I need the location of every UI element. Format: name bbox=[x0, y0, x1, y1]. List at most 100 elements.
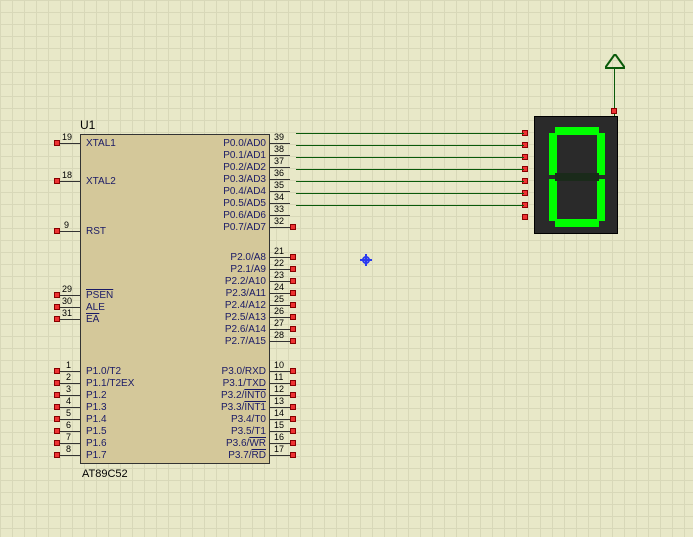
pin-num: 28 bbox=[274, 330, 284, 340]
pin-num: 25 bbox=[274, 294, 284, 304]
pin-num: 17 bbox=[274, 444, 284, 454]
pin-label-p15: P1.5 bbox=[86, 426, 107, 437]
pin-num: 22 bbox=[274, 258, 284, 268]
pin-num: 23 bbox=[274, 270, 284, 280]
pin-num-31: 31 bbox=[62, 308, 72, 318]
pin-pad[interactable] bbox=[290, 392, 296, 398]
pin-num: 12 bbox=[274, 384, 284, 394]
wire bbox=[296, 133, 524, 134]
pin-lead bbox=[60, 319, 80, 320]
pin-num: 33 bbox=[274, 204, 284, 214]
pin-label: P2.6/A14 bbox=[225, 324, 266, 335]
pin-num-3: 3 bbox=[66, 384, 71, 394]
pin-label: P0.6/AD6 bbox=[223, 210, 266, 221]
pin-pad[interactable] bbox=[290, 404, 296, 410]
pin-pad[interactable] bbox=[290, 326, 296, 332]
pin-num-1: 1 bbox=[66, 360, 71, 370]
pin-pad[interactable] bbox=[290, 278, 296, 284]
pin-label: P2.7/A15 bbox=[225, 336, 266, 347]
disp-pad-top[interactable] bbox=[611, 108, 617, 114]
pin-num: 39 bbox=[274, 132, 284, 142]
pin-pad[interactable] bbox=[290, 452, 296, 458]
ic-reference: U1 bbox=[80, 118, 95, 132]
pin-label: P2.0/A8 bbox=[230, 252, 266, 263]
pin-label: P3.1/TXD bbox=[223, 378, 266, 389]
origin-marker bbox=[360, 254, 372, 266]
pin-num-2: 2 bbox=[66, 372, 71, 382]
pin-num-6: 6 bbox=[66, 420, 71, 430]
pin-pad[interactable] bbox=[290, 338, 296, 344]
pin-num: 36 bbox=[274, 168, 284, 178]
pin-pad[interactable] bbox=[54, 292, 60, 298]
pin-pad[interactable] bbox=[290, 254, 296, 260]
pin-pad[interactable] bbox=[290, 314, 296, 320]
seven-segment-display[interactable] bbox=[534, 116, 618, 234]
pin-pad[interactable] bbox=[54, 404, 60, 410]
pin-pad[interactable] bbox=[54, 228, 60, 234]
pin-pad[interactable] bbox=[54, 178, 60, 184]
pin-label-ale: ALE bbox=[86, 302, 105, 313]
pin-lead bbox=[270, 341, 290, 342]
pin-label-p12: P1.2 bbox=[86, 390, 107, 401]
pin-pad[interactable] bbox=[54, 428, 60, 434]
pin-num: 27 bbox=[274, 318, 284, 328]
pin-pad[interactable] bbox=[54, 440, 60, 446]
pin-label: P0.2/AD2 bbox=[223, 162, 266, 173]
pin-pad[interactable] bbox=[290, 302, 296, 308]
seg-f bbox=[549, 133, 557, 175]
pin-label: P3.6/WR bbox=[226, 438, 266, 449]
pin-pad[interactable] bbox=[290, 428, 296, 434]
pin-pad[interactable] bbox=[290, 440, 296, 446]
pin-label-xtal2: XTAL2 bbox=[86, 176, 116, 187]
pin-num-29: 29 bbox=[62, 284, 72, 294]
pin-pad[interactable] bbox=[54, 416, 60, 422]
pin-pad[interactable] bbox=[54, 316, 60, 322]
pin-pad[interactable] bbox=[290, 224, 296, 230]
pin-num-18: 18 bbox=[62, 170, 72, 180]
seg-g bbox=[555, 173, 599, 181]
seg-e bbox=[549, 179, 557, 221]
seg-a bbox=[555, 127, 599, 135]
pin-num-9: 9 bbox=[64, 220, 69, 230]
pin-num-5: 5 bbox=[66, 408, 71, 418]
pin-pad[interactable] bbox=[290, 266, 296, 272]
pin-pad[interactable] bbox=[54, 304, 60, 310]
pin-lead bbox=[60, 181, 80, 182]
pin-label-p16: P1.6 bbox=[86, 438, 107, 449]
pin-label-p13: P1.3 bbox=[86, 402, 107, 413]
pin-lead bbox=[60, 231, 80, 232]
pin-num: 16 bbox=[274, 432, 284, 442]
pin-num: 15 bbox=[274, 420, 284, 430]
disp-pad[interactable] bbox=[522, 214, 528, 220]
pin-label: P3.4/T0 bbox=[231, 414, 266, 425]
wire bbox=[296, 205, 524, 206]
pin-pad[interactable] bbox=[290, 380, 296, 386]
pin-num: 14 bbox=[274, 408, 284, 418]
pin-label: P0.0/AD0 bbox=[223, 138, 266, 149]
pin-pad[interactable] bbox=[290, 368, 296, 374]
pin-pad[interactable] bbox=[290, 416, 296, 422]
pin-label-rst: RST bbox=[86, 226, 106, 237]
pin-label-p10: P1.0/T2 bbox=[86, 366, 121, 377]
pin-label: P2.4/A12 bbox=[225, 300, 266, 311]
wire bbox=[296, 145, 524, 146]
pin-num: 37 bbox=[274, 156, 284, 166]
pin-num: 24 bbox=[274, 282, 284, 292]
seg-b bbox=[597, 133, 605, 175]
pin-num: 10 bbox=[274, 360, 284, 370]
pin-num-30: 30 bbox=[62, 296, 72, 306]
schematic-canvas[interactable]: U1 AT89C52 XTAL1 19 XTAL2 18 RST 9 PSEN … bbox=[0, 0, 693, 537]
pin-num: 11 bbox=[274, 372, 283, 382]
pin-pad[interactable] bbox=[54, 380, 60, 386]
pin-pad[interactable] bbox=[54, 140, 60, 146]
pin-separator bbox=[62, 143, 63, 144]
pin-label-psen: PSEN bbox=[86, 290, 113, 301]
pin-pad[interactable] bbox=[54, 368, 60, 374]
pin-pad[interactable] bbox=[54, 392, 60, 398]
pin-label-p14: P1.4 bbox=[86, 414, 107, 425]
pin-pad[interactable] bbox=[54, 452, 60, 458]
pin-label: P2.3/A11 bbox=[226, 288, 266, 299]
seg-c bbox=[597, 179, 605, 221]
pin-lead bbox=[270, 455, 290, 456]
pin-pad[interactable] bbox=[290, 290, 296, 296]
